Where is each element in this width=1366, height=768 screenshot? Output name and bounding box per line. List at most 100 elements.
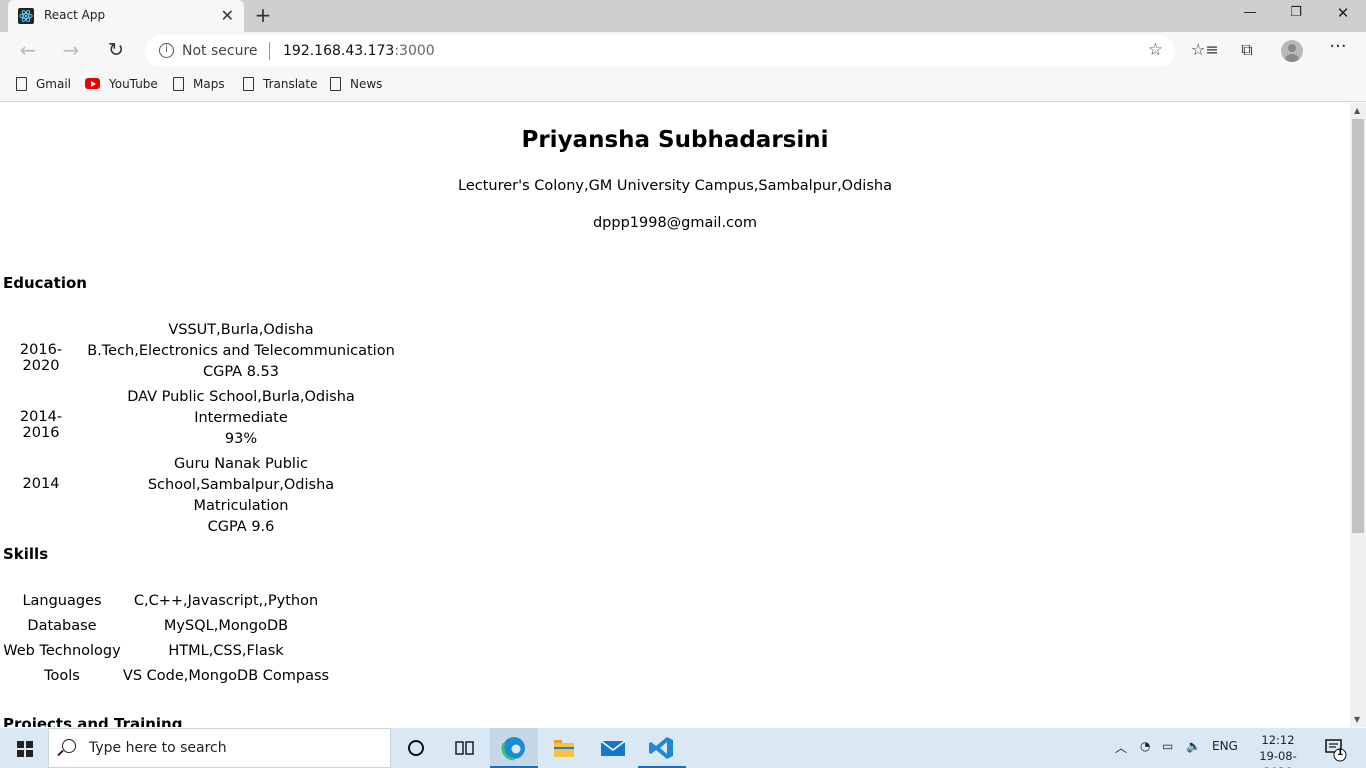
clock[interactable]: 12:12 19-08-2020 bbox=[1246, 732, 1310, 768]
edge-taskbar-button[interactable] bbox=[490, 728, 538, 768]
education-score: CGPA 8.53 bbox=[203, 364, 279, 380]
bookmark-translate[interactable]: Translate bbox=[243, 76, 318, 95]
security-label[interactable]: Not secure bbox=[182, 43, 258, 59]
resume-email: dppp1998@gmail.com bbox=[592, 215, 758, 231]
close-tab-icon[interactable]: ✕ bbox=[221, 6, 234, 25]
clock-time: 12:12 bbox=[1261, 733, 1295, 747]
address-bar[interactable]: i Not secure 192.168.43.173:3000 ☆ bbox=[145, 35, 1175, 67]
page-icon bbox=[330, 76, 341, 91]
resume-address: Lecturer's Colony,GM University Campus,S… bbox=[458, 178, 892, 194]
education-score: 93% bbox=[224, 431, 258, 447]
info-icon[interactable]: i bbox=[159, 43, 174, 58]
search-icon bbox=[62, 739, 76, 753]
page-icon bbox=[243, 76, 254, 91]
back-arrow-icon[interactable]: ← bbox=[14, 39, 42, 63]
favorites-icon[interactable]: ☆≡ bbox=[1191, 40, 1219, 62]
more-options-icon[interactable]: ··· bbox=[1326, 36, 1350, 58]
language-indicator[interactable]: ENG bbox=[1212, 739, 1238, 753]
favorite-star-icon[interactable]: ☆ bbox=[1148, 40, 1163, 60]
scroll-thumb[interactable] bbox=[1352, 119, 1364, 533]
close-window-button[interactable]: ✕ bbox=[1320, 2, 1366, 28]
cortana-button[interactable] bbox=[392, 728, 440, 768]
page-icon bbox=[16, 76, 27, 91]
task-view-icon bbox=[455, 741, 474, 755]
tab-title: React App bbox=[44, 8, 106, 22]
browser-tab[interactable]: React App ✕ bbox=[8, 0, 244, 32]
bookmark-youtube[interactable]: YouTube bbox=[85, 77, 158, 95]
cortana-icon bbox=[408, 740, 424, 756]
react-logo-icon bbox=[18, 8, 34, 24]
task-view-button[interactable] bbox=[440, 728, 488, 768]
vertical-scrollbar[interactable]: ▲ ▼ bbox=[1350, 103, 1366, 727]
skill-name: Languages bbox=[22, 593, 102, 609]
restore-button[interactable]: ❐ bbox=[1273, 2, 1319, 28]
skill-value: VS Code,MongoDB Compass bbox=[122, 668, 330, 684]
page-icon bbox=[173, 76, 184, 91]
bookmarks-bar: Gmail YouTube Maps Translate News bbox=[0, 70, 1366, 102]
show-hidden-icons-chevron-icon[interactable]: ︿ bbox=[1115, 739, 1127, 756]
skill-row: Database MySQL,MongoDB bbox=[3, 618, 343, 640]
projects-heading: Projects and Training bbox=[3, 715, 183, 727]
folder-icon bbox=[554, 740, 574, 757]
education-score: CGPA 9.6 bbox=[207, 519, 275, 535]
file-explorer-button[interactable] bbox=[540, 728, 588, 768]
resume-name: Priyansha Subhadarsini bbox=[521, 127, 829, 153]
forward-arrow-icon[interactable]: → bbox=[57, 39, 85, 63]
education-course: B.Tech,Electronics and Telecommunication bbox=[87, 343, 395, 359]
vscode-taskbar-button[interactable] bbox=[638, 728, 686, 768]
page-viewport: Priyansha Subhadarsini Lecturer's Colony… bbox=[0, 103, 1350, 727]
volume-icon[interactable]: 🔈 bbox=[1186, 739, 1201, 753]
scroll-down-icon[interactable]: ▼ bbox=[1354, 715, 1360, 724]
tab-strip: React App ✕ + — ❐ ✕ bbox=[0, 0, 1366, 32]
vscode-icon bbox=[649, 737, 673, 759]
education-institute: VSSUT,Burla,Odisha bbox=[168, 322, 314, 338]
bookmark-label: Maps bbox=[193, 77, 225, 91]
education-course: Matriculation bbox=[193, 498, 289, 514]
start-button[interactable] bbox=[0, 728, 48, 768]
profile-avatar-icon[interactable] bbox=[1281, 40, 1303, 62]
education-year: 2014 bbox=[22, 476, 60, 492]
education-institute: DAV Public School,Burla,Odisha bbox=[127, 389, 355, 405]
mail-button[interactable] bbox=[589, 728, 637, 768]
windows-logo-icon bbox=[17, 741, 33, 757]
bookmark-gmail[interactable]: Gmail bbox=[16, 76, 72, 95]
bookmark-label: Gmail bbox=[36, 77, 72, 91]
url-host: 192.168.43.173 bbox=[283, 43, 395, 59]
mail-icon bbox=[600, 740, 626, 756]
skill-value: MySQL,MongoDB bbox=[163, 618, 289, 634]
new-tab-button[interactable]: + bbox=[254, 3, 272, 27]
skill-name: Web Technology bbox=[3, 643, 121, 659]
bookmark-label: Translate bbox=[263, 77, 318, 91]
taskbar-search[interactable]: Type here to search bbox=[48, 728, 391, 768]
education-detail: Guru Nanak Public School,Sambalpur,Odish… bbox=[81, 454, 401, 538]
skill-row: Languages C,C++,Javascript,,Python bbox=[3, 593, 343, 615]
clock-date: 19-08-2020 bbox=[1259, 749, 1297, 768]
skill-row: Web Technology HTML,CSS,Flask bbox=[3, 643, 343, 665]
notification-center-button[interactable]: 1 bbox=[1318, 728, 1366, 768]
notification-count: 1 bbox=[1337, 748, 1344, 758]
url-text[interactable]: 192.168.43.173:3000 bbox=[283, 43, 435, 59]
minimize-button[interactable]: — bbox=[1227, 2, 1273, 28]
collections-icon[interactable]: ⧉ bbox=[1235, 40, 1259, 62]
address-divider bbox=[269, 42, 270, 60]
skill-row: Tools VS Code,MongoDB Compass bbox=[3, 668, 343, 690]
wifi-icon[interactable]: ◔ bbox=[1140, 739, 1150, 753]
refresh-icon[interactable]: ↻ bbox=[102, 39, 130, 63]
scroll-up-icon[interactable]: ▲ bbox=[1354, 106, 1360, 115]
bookmark-news[interactable]: News bbox=[330, 76, 383, 95]
youtube-icon bbox=[85, 78, 100, 89]
skills-heading: Skills bbox=[3, 545, 49, 563]
battery-icon[interactable]: ▭ bbox=[1162, 739, 1173, 753]
url-port: :3000 bbox=[394, 43, 435, 59]
taskbar: Type here to search ︿ ◔ ▭ 🔈 ENG 12:12 19… bbox=[0, 728, 1366, 768]
bookmark-label: YouTube bbox=[109, 77, 158, 91]
skill-value: HTML,CSS,Flask bbox=[168, 643, 284, 659]
bookmark-label: News bbox=[350, 77, 383, 91]
edge-icon bbox=[501, 735, 527, 761]
bookmark-maps[interactable]: Maps bbox=[173, 76, 225, 95]
skill-name: Database bbox=[27, 618, 97, 634]
browser-toolbar: ← → ↻ i Not secure 192.168.43.173:3000 ☆… bbox=[0, 32, 1366, 70]
search-placeholder: Type here to search bbox=[89, 740, 227, 756]
education-detail: DAV Public School,Burla,Odisha Intermedi… bbox=[81, 387, 401, 450]
skill-value: C,C++,Javascript,,Python bbox=[133, 593, 319, 609]
